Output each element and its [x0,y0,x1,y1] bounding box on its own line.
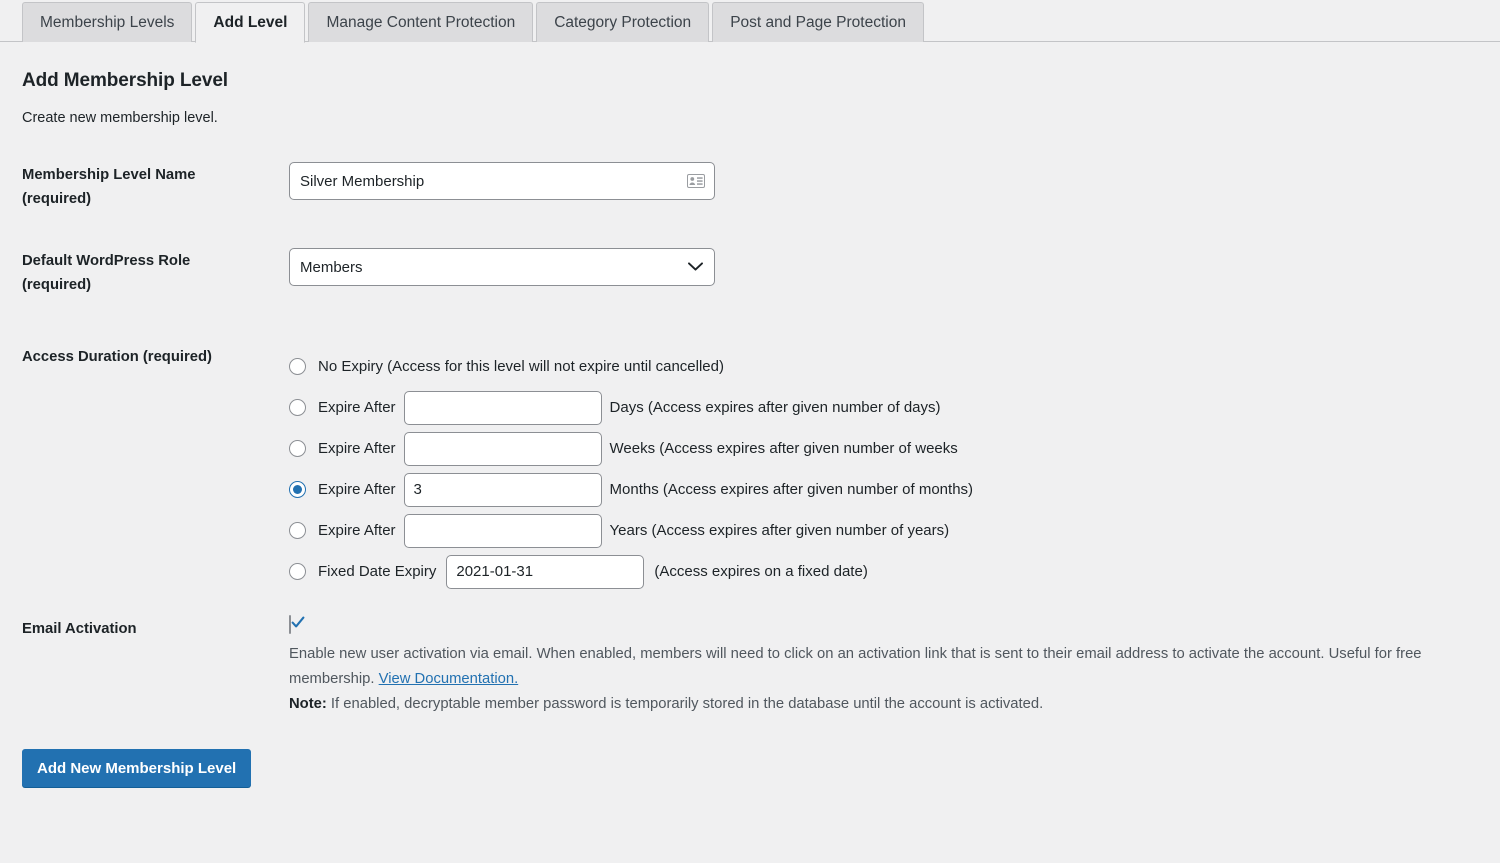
wp-role-field-wrap: Members [289,248,1478,286]
email-activation-note-text: If enabled, decryptable member password … [326,696,1044,712]
radio-trail-expire-months: Months (Access expires after given numbe… [609,481,974,498]
form-row-access-duration: Access Duration (required) No Expiry (Ac… [22,344,1478,594]
tab-membership-levels[interactable]: Membership Levels [22,2,193,42]
input-expire-months-value: 3 [413,481,422,498]
access-duration-label: Access Duration (required) [22,349,212,365]
input-fixed-date[interactable]: 2021-01-31 [446,554,645,589]
checkbox-email-activation[interactable] [289,615,305,634]
level-name-label-line1: Membership Level Name [22,167,196,183]
radio-expire-weeks[interactable] [289,440,306,457]
radio-expire-years[interactable] [289,522,306,539]
add-membership-level-form: Membership Level Name (required) Silver … [22,162,1478,787]
radio-expire-months[interactable] [289,481,306,498]
radio-label-expire-months: Expire After [318,481,396,498]
tab-label: Manage Content Protection [326,13,516,31]
wp-role-value: Members [300,258,363,276]
level-name-input-container: Silver Membership [289,162,715,200]
tab-manage-content-protection[interactable]: Manage Content Protection [308,2,534,42]
access-duration-options: No Expiry (Access for this level will no… [289,346,1478,592]
tab-label: Post and Page Protection [730,13,906,31]
radio-trail-expire-years: Years (Access expires after given number… [609,522,950,539]
radio-no-expiry[interactable] [289,358,306,375]
radio-row-fixed-date[interactable]: Fixed Date Expiry 2021-01-31 (Access exp… [289,551,1478,592]
tab-bar: Membership Levels Add Level Manage Conte… [0,0,1500,43]
email-activation-field-wrap: Enable new user activation via email. Wh… [289,615,1478,717]
level-name-input[interactable]: Silver Membership [289,162,715,200]
radio-label-no-expiry: No Expiry (Access for this level will no… [318,358,724,375]
radio-label-expire-weeks: Expire After [318,440,396,457]
input-expire-days[interactable] [403,390,602,425]
level-name-value: Silver Membership [300,172,425,190]
submit-row: Add New Membership Level [22,717,1478,787]
wp-role-label: Default WordPress Role (required) [22,248,289,297]
radio-fixed-date[interactable] [289,563,306,580]
input-expire-years[interactable] [403,513,602,548]
radio-trail-expire-weeks: Weeks (Access expires after given number… [609,440,958,457]
page-content: Add Membership Level Create new membersh… [0,70,1500,787]
level-name-label-line2: (required) [22,190,92,207]
form-row-level-name: Membership Level Name (required) Silver … [22,162,1478,248]
wp-role-label-line1: Default WordPress Role [22,253,191,269]
email-activation-note-label: Note: [289,696,327,712]
form-row-email-activation: Email Activation Enable new user activat… [22,615,1478,717]
radio-row-expire-days[interactable]: Expire After Days (Access expires after … [289,387,1478,428]
wp-role-label-line2: (required) [22,276,92,293]
radio-row-expire-years[interactable]: Expire After Years (Access expires after… [289,510,1478,551]
email-activation-label: Email Activation [22,621,137,637]
radio-label-expire-days: Expire After [318,399,396,416]
tab-category-protection[interactable]: Category Protection [536,2,710,42]
page-title: Add Membership Level [22,70,228,91]
input-expire-months[interactable]: 3 [403,472,602,507]
radio-trail-fixed-date: (Access expires on a fixed date) [654,563,868,580]
tab-add-level[interactable]: Add Level [195,2,306,43]
email-activation-description: Enable new user activation via email. Wh… [289,642,1464,717]
form-row-wp-role: Default WordPress Role (required) Member… [22,248,1478,344]
level-name-field-wrap: Silver Membership [289,162,1478,200]
radio-label-expire-years: Expire After [318,522,396,539]
level-name-label: Membership Level Name (required) [22,162,289,211]
page-subtitle: Create new membership level. [22,110,218,126]
radio-row-expire-weeks[interactable]: Expire After Weeks (Access expires after… [289,428,1478,469]
radio-row-no-expiry[interactable]: No Expiry (Access for this level will no… [289,346,1478,387]
tab-post-and-page-protection[interactable]: Post and Page Protection [712,2,924,42]
radio-expire-days[interactable] [289,399,306,416]
radio-trail-expire-days: Days (Access expires after given number … [609,399,941,416]
radio-row-expire-months[interactable]: Expire After 3 Months (Access expires af… [289,469,1478,510]
add-new-membership-level-button[interactable]: Add New Membership Level [22,749,252,787]
input-expire-weeks[interactable] [403,431,602,466]
radio-label-fixed-date: Fixed Date Expiry [318,563,437,580]
input-fixed-date-value: 2021-01-31 [456,563,534,580]
tab-label: Membership Levels [40,13,175,31]
wp-role-select-container: Members [289,248,715,286]
tab-label: Add Level [213,13,288,31]
view-documentation-link[interactable]: View Documentation. [379,671,519,687]
wp-role-select[interactable]: Members [289,248,715,286]
tab-label: Category Protection [554,13,692,31]
